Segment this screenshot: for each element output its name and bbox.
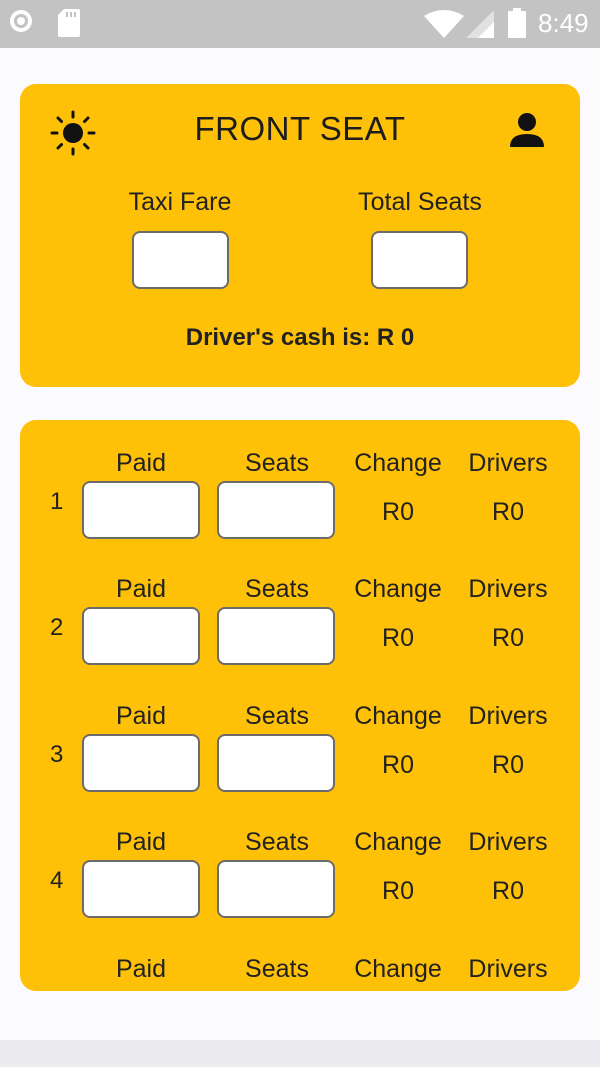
drivers-cash-text: Driver's cash is: R 0 — [185, 324, 415, 351]
row-number: 4 — [50, 867, 64, 894]
total-seats-label: Total Seats — [358, 188, 482, 216]
seats-column-label: Seats — [245, 575, 309, 603]
list-item: Paid Seats Change Drivers 3 R0 R0 — [20, 673, 580, 793]
total-seats-input[interactable] — [371, 231, 468, 289]
paid-column-label: Paid — [115, 702, 167, 730]
seats-column-label: Seats — [245, 828, 309, 856]
seats-column-label: Seats — [245, 449, 309, 477]
drivers-column-label: Drivers — [468, 449, 548, 477]
paid-input[interactable] — [82, 860, 200, 918]
row-number: 3 — [50, 741, 64, 768]
paid-column-label: Paid — [115, 955, 167, 983]
change-column-label: Change — [354, 449, 442, 477]
drivers-value: R0 — [492, 751, 524, 779]
drivers-column-label: Drivers — [468, 575, 548, 603]
change-value: R0 — [382, 624, 414, 652]
change-column-label: Change — [354, 575, 442, 603]
notification-circle-icon — [10, 10, 32, 32]
signal-icon — [466, 10, 494, 38]
paid-input[interactable] — [82, 607, 200, 665]
fare-summary-card: FRONT SEAT Taxi Fare Total Seats Driver'… — [20, 84, 580, 387]
status-time: 8:49 — [538, 8, 589, 38]
passenger-list-card[interactable]: Paid Seats Change Drivers 1 R0 R0 Paid S… — [20, 420, 580, 991]
change-column-label: Change — [354, 702, 442, 730]
wifi-icon — [424, 10, 464, 38]
seats-input[interactable] — [217, 607, 335, 665]
change-value: R0 — [382, 751, 414, 779]
drivers-column-label: Drivers — [468, 955, 548, 983]
paid-input[interactable] — [82, 481, 200, 539]
change-value: R0 — [382, 877, 414, 905]
seats-column-label: Seats — [245, 702, 309, 730]
drivers-column-label: Drivers — [468, 828, 548, 856]
list-item: Paid Seats Change Drivers 2 R0 R0 — [20, 546, 580, 666]
list-item: Paid Seats Change Drivers 4 R0 R0 — [20, 799, 580, 919]
row-number: 2 — [50, 614, 64, 641]
bottom-navigation-strip — [0, 1040, 600, 1067]
drivers-value: R0 — [492, 877, 524, 905]
sd-card-icon — [58, 9, 80, 37]
list-item: Paid Seats Change Drivers 1 R0 R0 — [20, 420, 580, 540]
change-value: R0 — [382, 498, 414, 526]
drivers-value: R0 — [492, 624, 524, 652]
seats-column-label: Seats — [245, 955, 309, 983]
list-item: Paid Seats Change Drivers — [20, 926, 580, 991]
drivers-value: R0 — [492, 498, 524, 526]
taxi-fare-input[interactable] — [132, 231, 229, 289]
paid-column-label: Paid — [115, 828, 167, 856]
seats-input[interactable] — [217, 734, 335, 792]
paid-column-label: Paid — [115, 575, 167, 603]
paid-input[interactable] — [82, 734, 200, 792]
change-column-label: Change — [354, 955, 442, 983]
battery-icon — [508, 8, 526, 38]
taxi-fare-label: Taxi Fare — [128, 188, 232, 216]
seats-input[interactable] — [217, 481, 335, 539]
paid-column-label: Paid — [115, 449, 167, 477]
row-number: 1 — [50, 488, 64, 515]
page-title: FRONT SEAT — [194, 110, 406, 147]
seats-input[interactable] — [217, 860, 335, 918]
change-column-label: Change — [354, 828, 442, 856]
status-bar: 8:49 — [0, 0, 600, 48]
drivers-column-label: Drivers — [468, 702, 548, 730]
person-icon[interactable] — [507, 111, 547, 151]
